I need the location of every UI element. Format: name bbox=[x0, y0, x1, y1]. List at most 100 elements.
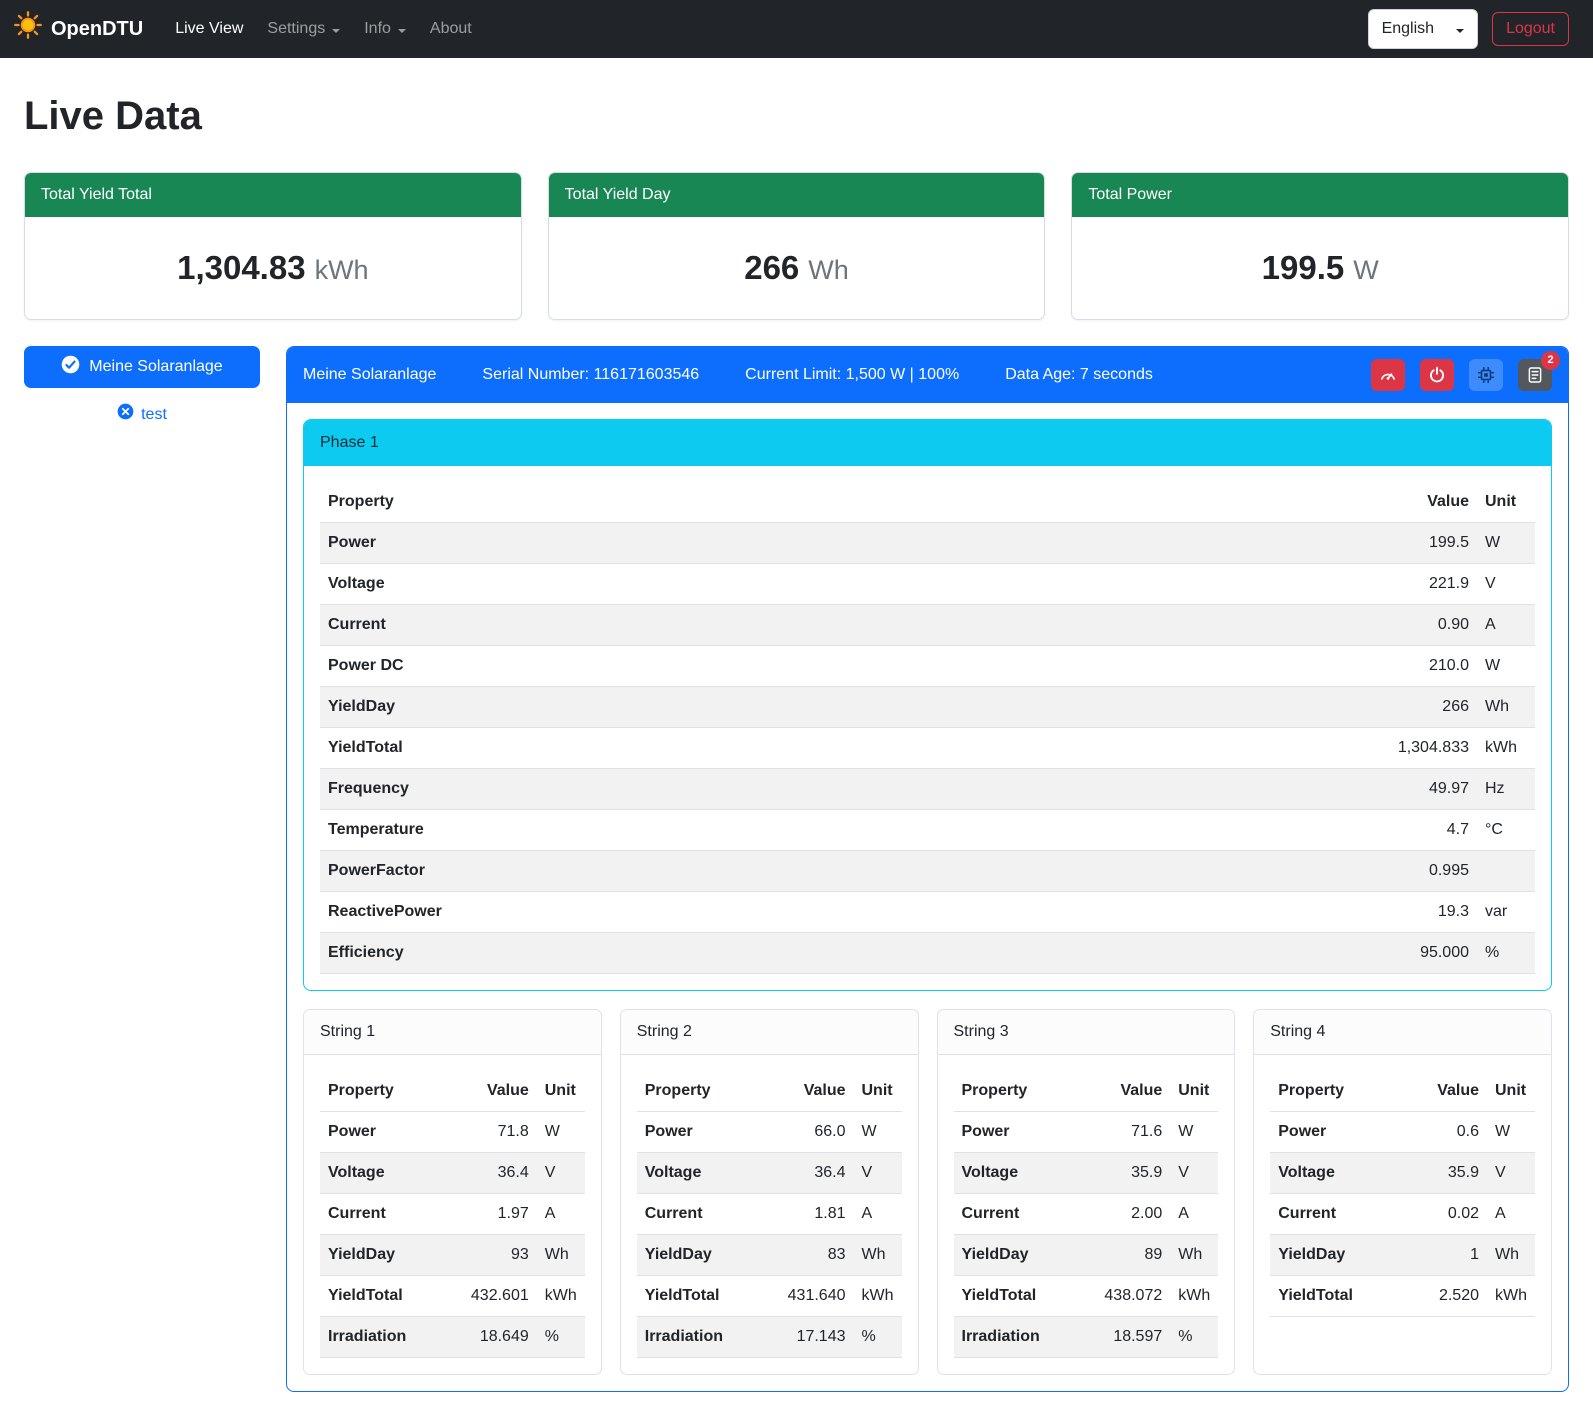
cell-unit bbox=[1477, 850, 1535, 891]
column-header-property: Property bbox=[320, 1071, 453, 1112]
cell-unit: V bbox=[854, 1152, 902, 1193]
table-row: Irradiation18.597% bbox=[954, 1316, 1219, 1357]
cell-value: 89 bbox=[1086, 1234, 1170, 1275]
language-select[interactable]: English bbox=[1368, 9, 1478, 49]
brand-logo[interactable]: OpenDTU bbox=[14, 11, 143, 48]
cell-unit: Wh bbox=[854, 1234, 902, 1275]
summary-card-unit: kWh bbox=[315, 255, 369, 285]
table-header-row: Property Value Unit bbox=[320, 1071, 585, 1112]
cell-property: Voltage bbox=[1270, 1152, 1403, 1193]
cell-value: 17.143 bbox=[770, 1316, 854, 1357]
sun-icon bbox=[14, 11, 42, 48]
main-content: Live Data Total Yield Total 1,304.83kWh … bbox=[0, 58, 1593, 1420]
total-yield-day-card: Total Yield Day 266Wh bbox=[548, 172, 1046, 320]
cell-unit: Wh bbox=[537, 1234, 585, 1275]
table-row: YieldDay1Wh bbox=[1270, 1234, 1535, 1275]
summary-card-title: Total Yield Day bbox=[549, 173, 1045, 217]
inverter-limit: Current Limit: 1,500 W | 100% bbox=[745, 363, 959, 387]
cell-value: 432.601 bbox=[453, 1275, 537, 1316]
brand-text: OpenDTU bbox=[51, 14, 143, 44]
table-row: PowerFactor0.995 bbox=[320, 850, 1535, 891]
cell-property: YieldTotal bbox=[320, 1275, 453, 1316]
cell-property: YieldDay bbox=[320, 686, 1297, 727]
cell-unit: W bbox=[1477, 522, 1535, 563]
column-header-unit: Unit bbox=[1477, 482, 1535, 523]
cell-unit: W bbox=[1487, 1111, 1535, 1152]
cell-value: 1,304.833 bbox=[1297, 727, 1477, 768]
power-toggle-button[interactable] bbox=[1420, 359, 1454, 391]
cell-property: PowerFactor bbox=[320, 850, 1297, 891]
table-row: Power66.0W bbox=[637, 1111, 902, 1152]
check-circle-icon bbox=[61, 355, 80, 379]
cell-property: Voltage bbox=[320, 1152, 453, 1193]
column-header-value: Value bbox=[453, 1071, 537, 1112]
table-row: Irradiation17.143% bbox=[637, 1316, 902, 1357]
cell-value: 35.9 bbox=[1086, 1152, 1170, 1193]
cell-unit: kWh bbox=[1477, 727, 1535, 768]
table-row: Current2.00A bbox=[954, 1193, 1219, 1234]
event-log-button[interactable]: 2 bbox=[1518, 359, 1552, 391]
cell-value: 2.520 bbox=[1403, 1275, 1487, 1316]
cell-unit: A bbox=[1170, 1193, 1218, 1234]
nav-settings-label: Settings bbox=[267, 17, 325, 41]
table-row: Voltage35.9V bbox=[1270, 1152, 1535, 1193]
cell-unit: V bbox=[537, 1152, 585, 1193]
cell-unit: kWh bbox=[854, 1275, 902, 1316]
summary-card-value: 199.5 bbox=[1262, 249, 1345, 286]
cell-property: Current bbox=[954, 1193, 1087, 1234]
cell-unit: Hz bbox=[1477, 768, 1535, 809]
cell-unit: % bbox=[537, 1316, 585, 1357]
total-yield-total-card: Total Yield Total 1,304.83kWh bbox=[24, 172, 522, 320]
nav-info[interactable]: Info bbox=[352, 9, 418, 49]
cell-unit: % bbox=[854, 1316, 902, 1357]
table-row: Power71.6W bbox=[954, 1111, 1219, 1152]
inverter-item-test[interactable]: test bbox=[24, 403, 260, 428]
logout-button[interactable]: Logout bbox=[1492, 12, 1569, 46]
speedometer-icon bbox=[1379, 366, 1397, 384]
cell-property: Irradiation bbox=[637, 1316, 770, 1357]
cell-value: 83 bbox=[770, 1234, 854, 1275]
table-row: Power199.5W bbox=[320, 522, 1535, 563]
total-power-card: Total Power 199.5W bbox=[1071, 172, 1569, 320]
cell-value: 0.02 bbox=[1403, 1193, 1487, 1234]
cell-value: 66.0 bbox=[770, 1111, 854, 1152]
nav-live-view[interactable]: Live View bbox=[163, 9, 255, 49]
language-select-value: English bbox=[1382, 17, 1434, 41]
table-row: YieldTotal432.601kWh bbox=[320, 1275, 585, 1316]
inverter-data-age: Data Age: 7 seconds bbox=[1005, 363, 1153, 387]
nav-settings[interactable]: Settings bbox=[255, 9, 352, 49]
cpu-icon bbox=[1477, 366, 1495, 384]
table-row: Irradiation18.649% bbox=[320, 1316, 585, 1357]
cell-property: Irradiation bbox=[320, 1316, 453, 1357]
device-info-button[interactable] bbox=[1469, 359, 1503, 391]
nav-about[interactable]: About bbox=[418, 9, 484, 49]
inverter-select-button[interactable]: Meine Solaranlage bbox=[24, 346, 260, 388]
cell-property: YieldDay bbox=[320, 1234, 453, 1275]
cell-property: Irradiation bbox=[954, 1316, 1087, 1357]
string-table: Property Value Unit Power71.8WVoltage36.… bbox=[320, 1071, 585, 1358]
cell-value: 93 bbox=[453, 1234, 537, 1275]
table-row: Frequency49.97Hz bbox=[320, 768, 1535, 809]
journal-icon bbox=[1526, 366, 1544, 384]
table-row: Power0.6W bbox=[1270, 1111, 1535, 1152]
chevron-down-icon bbox=[332, 29, 340, 33]
cell-unit: W bbox=[1477, 645, 1535, 686]
cell-property: Power bbox=[954, 1111, 1087, 1152]
string-card-title: String 4 bbox=[1254, 1010, 1551, 1055]
cell-value: 36.4 bbox=[453, 1152, 537, 1193]
strings-row: String 1 Property Value Unit bbox=[303, 1009, 1552, 1375]
cell-property: Power bbox=[320, 522, 1297, 563]
limit-settings-button[interactable] bbox=[1371, 359, 1405, 391]
inverter-select-label: Meine Solaranlage bbox=[89, 358, 222, 376]
cell-value: 49.97 bbox=[1297, 768, 1477, 809]
chevron-down-icon bbox=[398, 29, 406, 33]
inverter-card: Meine Solaranlage Serial Number: 1161716… bbox=[286, 346, 1569, 1392]
cell-property: YieldTotal bbox=[1270, 1275, 1403, 1316]
table-header-row: Property Value Unit bbox=[637, 1071, 902, 1112]
column-header-property: Property bbox=[320, 482, 1297, 523]
string-4-card: String 4 Property Value Unit bbox=[1253, 1009, 1552, 1375]
summary-cards-row: Total Yield Total 1,304.83kWh Total Yiel… bbox=[24, 172, 1569, 320]
cell-unit: °C bbox=[1477, 809, 1535, 850]
navbar: OpenDTU Live View Settings Info About En… bbox=[0, 0, 1593, 58]
cell-unit: kWh bbox=[537, 1275, 585, 1316]
